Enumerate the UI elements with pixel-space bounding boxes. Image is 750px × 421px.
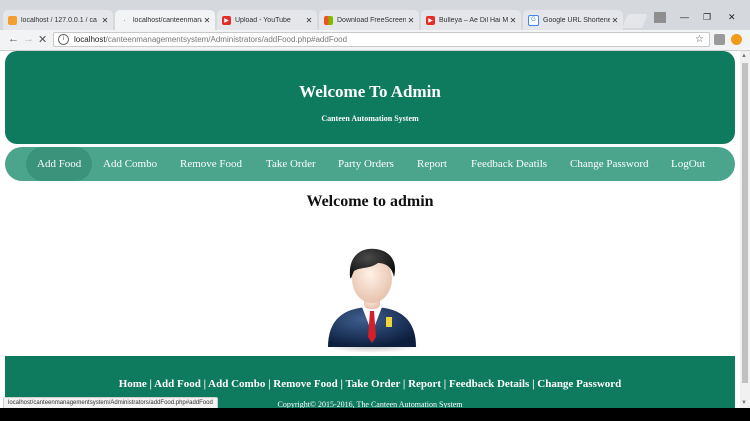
info-icon[interactable]: i [58, 34, 69, 45]
menu-item-change-password[interactable]: Change Password [570, 147, 649, 181]
tab-youtube-upload[interactable]: ▶ Upload - YouTube ✕ [217, 10, 317, 30]
url-path: /canteenmanagementsystem/Administrators/… [105, 35, 348, 44]
menu-item-add-food[interactable]: Add Food [26, 147, 93, 181]
stop-icon[interactable]: ✕ [38, 33, 47, 46]
web-page: Welcome To Admin Canteen Automation Syst… [0, 51, 740, 408]
tab-strip: localhost / 127.0.0.1 / ca ✕ · localhost… [0, 0, 750, 30]
main-menu: Add Food Add Combo Remove Food Take Orde… [5, 147, 735, 181]
bookmark-star-icon[interactable]: ☆ [695, 34, 704, 45]
tab-google-shortener[interactable]: G Google URL Shortener ✕ [523, 10, 623, 30]
tab-freescreen[interactable]: Download FreeScreenVi ✕ [319, 10, 419, 30]
alert-extension-icon[interactable] [731, 34, 742, 45]
scrollbar-thumb[interactable] [742, 63, 748, 383]
menu-item-party-orders[interactable]: Party Orders [338, 147, 394, 181]
tab-title: Upload - YouTube [235, 16, 291, 24]
footer-links[interactable]: Home | Add Food | Add Combo | Remove Foo… [5, 378, 735, 390]
header-title: Welcome To Admin [299, 82, 441, 101]
minimize-icon[interactable]: — [680, 12, 689, 22]
header-subtitle: Canteen Automation System [321, 114, 419, 123]
loading-icon: · [123, 15, 126, 25]
address-bar[interactable]: i localhost/canteenmanagementsystem/Admi… [53, 32, 710, 47]
window-close-icon[interactable]: ✕ [728, 12, 736, 23]
admin-avatar [324, 248, 420, 353]
welcome-heading: Welcome to admin [306, 193, 434, 210]
menu-item-take-order[interactable]: Take Order [266, 147, 316, 181]
new-tab-button[interactable] [622, 14, 648, 28]
phpmyadmin-icon [8, 15, 17, 25]
close-icon[interactable]: ✕ [100, 16, 110, 25]
close-icon[interactable]: ✕ [610, 16, 620, 25]
menu-item-logout[interactable]: LogOut [671, 147, 705, 181]
tab-title: Download FreeScreenVi [337, 16, 406, 24]
close-icon[interactable]: ✕ [202, 16, 212, 25]
close-icon[interactable]: ✕ [508, 16, 518, 25]
restore-icon[interactable]: ❐ [703, 12, 711, 23]
scroll-up-icon[interactable]: ▲ [741, 53, 747, 59]
youtube-icon: ▶ [222, 15, 231, 25]
browser-toolbar: ← → ✕ i localhost/canteenmanagementsyste… [0, 30, 750, 51]
tab-title: localhost / 127.0.0.1 / ca [21, 16, 97, 24]
status-bar-url: localhost/canteenmanagementsystem/Admini… [3, 397, 218, 408]
youtube-icon: ▶ [426, 15, 435, 25]
tab-phpmyadmin[interactable]: localhost / 127.0.0.1 / ca ✕ [3, 10, 113, 30]
forward-arrow-icon[interactable]: → [23, 33, 34, 45]
scroll-down-icon[interactable]: ▼ [741, 400, 747, 406]
close-icon[interactable]: ✕ [304, 16, 314, 25]
extension-icon[interactable] [714, 34, 725, 45]
site-header: Welcome To Admin Canteen Automation Syst… [5, 51, 735, 144]
tab-canteen[interactable]: · localhost/canteenmana ✕ [115, 10, 215, 30]
menu-item-feedback[interactable]: Feedback Deatils [471, 147, 547, 181]
url-host: localhost [74, 35, 106, 44]
google-icon: G [528, 14, 539, 26]
user-profile-icon[interactable] [654, 12, 666, 23]
back-arrow-icon[interactable]: ← [8, 33, 19, 45]
close-icon[interactable]: ✕ [406, 16, 416, 25]
menu-item-remove-food[interactable]: Remove Food [180, 147, 242, 181]
tab-title: localhost/canteenmana [133, 16, 202, 24]
tab-bulleya[interactable]: ▶ Bulleya – Ae Dil Hai Mu ✕ [421, 10, 521, 30]
tab-title: Bulleya – Ae Dil Hai Mu [439, 16, 508, 24]
tab-title: Google URL Shortener [543, 16, 610, 24]
menu-item-report[interactable]: Report [417, 147, 447, 181]
page-scrollbar[interactable]: ▲ ▼ [740, 51, 750, 408]
menu-item-add-combo[interactable]: Add Combo [103, 147, 157, 181]
windows-icon [324, 15, 333, 25]
browser-window: localhost / 127.0.0.1 / ca ✕ · localhost… [0, 0, 750, 408]
